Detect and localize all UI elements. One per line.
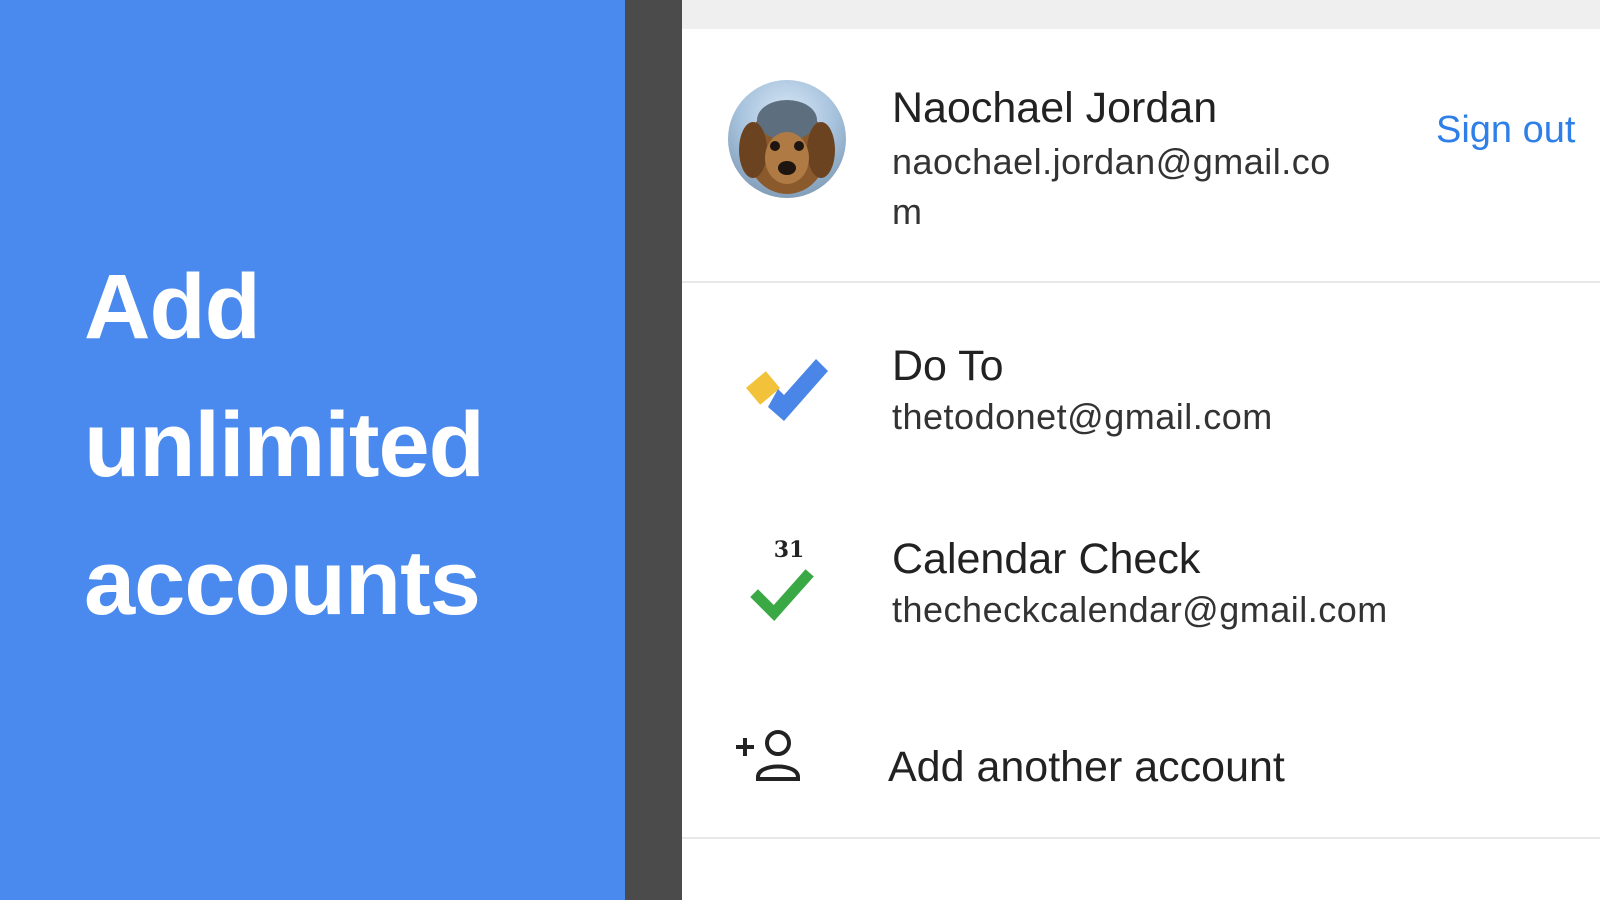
account-email: thetodonet@gmail.com [892, 396, 1273, 437]
promo-line: accounts [84, 532, 481, 634]
device-frame-edge [625, 0, 682, 900]
sign-out-button[interactable]: Sign out [1436, 109, 1575, 152]
account-switcher-panel: Naochael Jordan naochael.jordan@gmail.co… [682, 0, 1600, 900]
dog-photo-icon [739, 100, 835, 194]
account-name: Naochael Jordan [892, 84, 1218, 132]
account-name: Do To [892, 342, 1004, 390]
todo-check-icon [744, 345, 834, 435]
account-item[interactable]: 31 Calendar Check thecheckcalendar@gmail… [682, 495, 1600, 685]
divider [682, 281, 1600, 283]
calendar-check-icon: 31 [744, 537, 834, 627]
account-name: Calendar Check [892, 535, 1201, 583]
add-person-icon [732, 725, 812, 785]
divider [682, 837, 1600, 839]
promo-line: Add [84, 256, 261, 358]
account-item[interactable]: Do To thetodonet@gmail.com [682, 300, 1600, 490]
account-email: naochael.jordan@gmail.com [892, 141, 1331, 232]
panel-top-strip [682, 0, 1600, 29]
promo-headline: Add unlimited accounts [84, 238, 604, 652]
account-email: thecheckcalendar@gmail.com [892, 589, 1388, 630]
add-account-label: Add another account [888, 743, 1285, 791]
avatar[interactable] [728, 80, 846, 198]
promo-line: unlimited [84, 394, 485, 496]
promo-panel: Add unlimited accounts [0, 0, 625, 900]
primary-account: Naochael Jordan naochael.jordan@gmail.co… [682, 29, 1600, 287]
